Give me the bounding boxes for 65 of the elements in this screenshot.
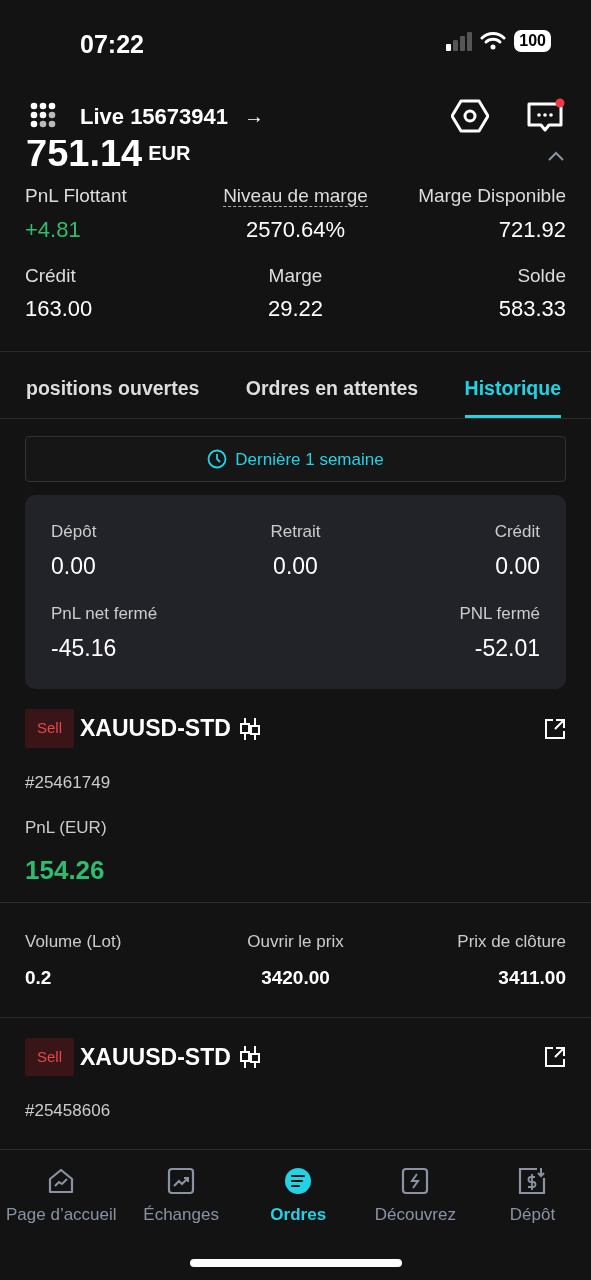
- nav-tab[interactable]: Page d’accueil: [0, 1150, 123, 1280]
- lightning-icon: [400, 1166, 431, 1196]
- summary-label: PNL fermé: [458, 603, 540, 626]
- summary-value: -52.01: [473, 633, 540, 663]
- stat-value: 163.00: [25, 295, 94, 323]
- clock-icon: [207, 449, 228, 470]
- detail-value: 3420.00: [260, 966, 331, 991]
- side-tag: Sell: [25, 1037, 74, 1077]
- battery-level: 100: [514, 30, 551, 52]
- signal-icon: [446, 31, 473, 51]
- symbol-name: XAUUSD-STD: [80, 1042, 231, 1072]
- tab[interactable]: Ordres en attentes: [245, 352, 419, 419]
- stat-label: Crédit: [25, 264, 76, 286]
- stat-value: 2570.64%: [244, 215, 347, 244]
- order-id: #25461749: [25, 771, 112, 794]
- stat-value: 721.92: [497, 215, 566, 244]
- arrow-link[interactable]: →: [244, 101, 265, 131]
- status-time: 07:22: [80, 29, 144, 60]
- detail-value: 0.2: [25, 966, 53, 991]
- grid-menu-icon[interactable]: [30, 102, 58, 130]
- collapse-caret-icon[interactable]: [547, 150, 565, 162]
- pnl-value: 154.26: [25, 853, 106, 887]
- dollar-icon: [517, 1166, 548, 1196]
- filter-button[interactable]: Dernière 1 semaine: [25, 436, 566, 483]
- stat-label: Marge Disponible: [418, 185, 566, 206]
- detail-value: 3411.00: [497, 966, 566, 991]
- detail-label: Volume (Lot): [25, 930, 123, 953]
- chat-icon[interactable]: [527, 98, 565, 134]
- detail-label: Ouvrir le prix: [246, 930, 345, 953]
- candlestick-icon: [238, 1045, 261, 1069]
- side-tag: Sell: [25, 709, 74, 748]
- candlestick-icon: [238, 716, 261, 741]
- summary-label: Crédit: [493, 521, 540, 544]
- symbol-name: XAUUSD-STD: [80, 714, 231, 744]
- external-link-icon[interactable]: [544, 717, 566, 740]
- settings-icon[interactable]: [451, 98, 489, 134]
- summary-label: PnL net fermé: [51, 603, 159, 626]
- summary-value: 0.00: [51, 551, 97, 581]
- account-name[interactable]: Live 15673941: [80, 99, 229, 133]
- detail-label: Prix de clôture: [456, 930, 566, 953]
- list-icon: [283, 1166, 314, 1196]
- stat-label: PnL Flottant: [25, 185, 127, 206]
- tab[interactable]: positions ouvertes: [26, 352, 200, 419]
- nav-tab[interactable]: Dépôt: [473, 1150, 591, 1280]
- order-id: #25458606: [25, 1100, 112, 1123]
- stat-label: Niveau de marge: [223, 185, 368, 207]
- balance-amount: 751.14: [26, 140, 143, 168]
- wifi-icon: [480, 31, 507, 51]
- pnl-label: PnL (EUR): [25, 817, 108, 840]
- summary-value: -45.16: [51, 633, 118, 663]
- stat-value: +4.81: [25, 215, 82, 244]
- currency-label: EUR: [148, 141, 191, 166]
- summary-label: Dépôt: [51, 521, 98, 544]
- summary-label: Retrait: [269, 521, 322, 544]
- summary-value: 0.00: [494, 551, 540, 581]
- stat-value: 29.22: [266, 295, 324, 323]
- stat-value: 583.33: [497, 295, 566, 323]
- nav-tab[interactable]: Découvrez: [356, 1150, 474, 1280]
- summary-value: 0.00: [272, 551, 319, 581]
- nav-tab[interactable]: Échanges: [122, 1150, 240, 1280]
- stat-label: Marge: [268, 264, 323, 286]
- external-link-icon[interactable]: [544, 1046, 566, 1068]
- chart-icon: [166, 1166, 197, 1196]
- stat-label: Solde: [517, 264, 566, 286]
- tab[interactable]: Historique: [464, 352, 561, 419]
